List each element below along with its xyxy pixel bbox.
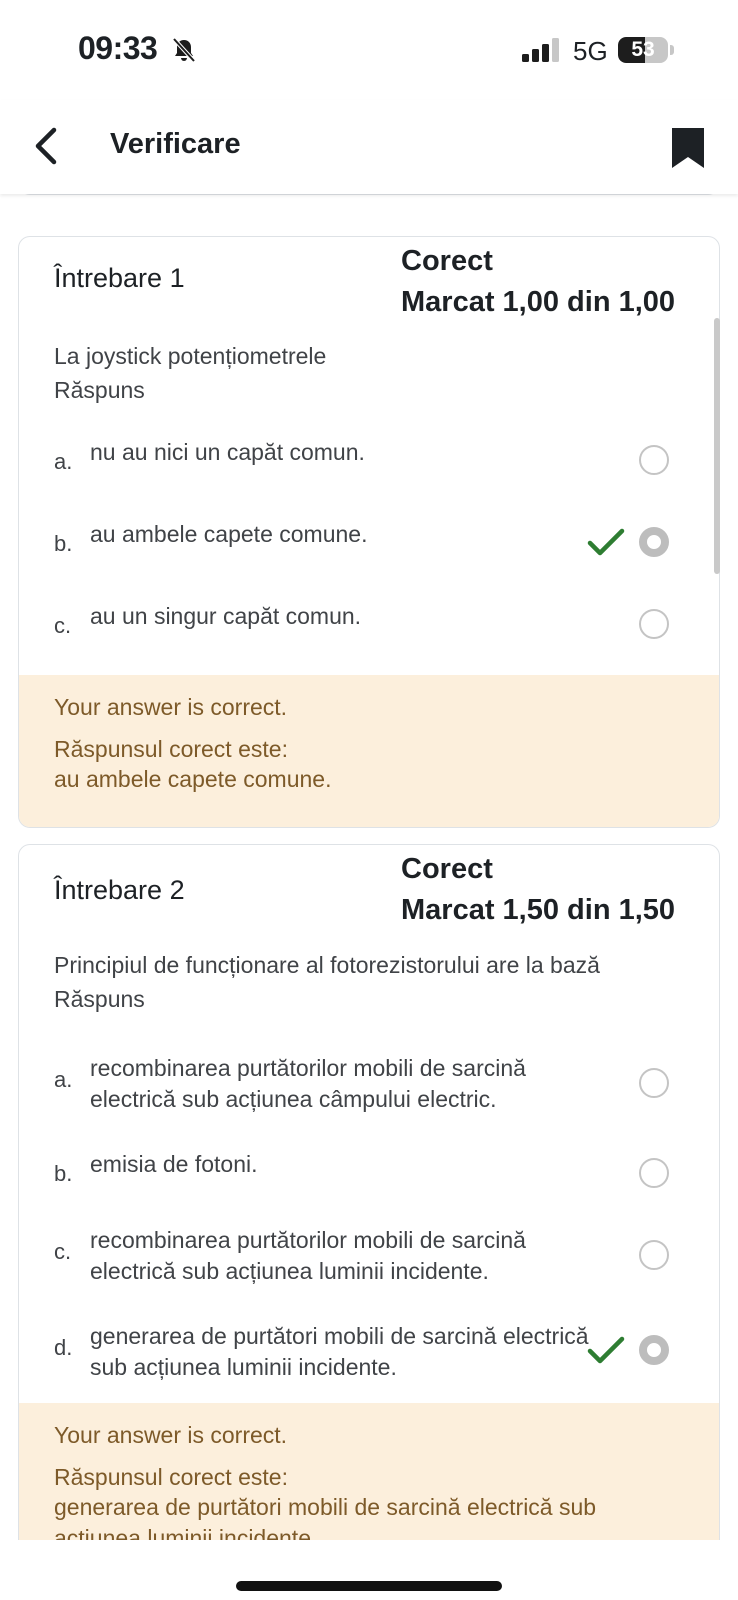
chevron-left-icon[interactable] [28,124,68,168]
option-letter: b. [54,1161,73,1186]
answer-label: Răspuns [54,986,145,1012]
status-bar: 09:33 5G 53 [0,0,738,100]
feedback-status: Your answer is correct. [54,694,288,720]
question-mark: Marcat 1,50 din 1,50 [401,894,676,926]
feedback-panel: Your answer is correct. Răspunsul corect… [19,675,719,827]
radio-button[interactable] [639,609,669,639]
battery-icon: 53 [618,37,668,63]
option-a[interactable]: a. recombinarea purtătorilor mobili de s… [19,1051,719,1119]
bookmark-icon[interactable] [670,126,706,170]
bell-slash-icon [172,37,196,63]
status-time: 09:33 [78,30,158,66]
option-text: recombinarea purtătorilor mobili de sarc… [90,1055,526,1112]
radio-button[interactable] [639,1240,669,1270]
answer-label: Răspuns [54,377,145,403]
question-text: La joystick potențiometrele Răspuns [54,339,684,407]
question-state-label: Corect [401,245,493,277]
previous-card-edge [18,194,720,195]
option-text: au un singur capăt comun. [90,603,362,629]
home-indicator[interactable] [236,1581,502,1591]
question-mark: Marcat 1,00 din 1,00 [401,286,676,318]
option-c[interactable]: c. recombinarea purtătorilor mobili de s… [19,1223,719,1291]
option-c[interactable]: c. au un singur capăt comun. [19,597,719,657]
question-state: Corect Marcat 1,00 din 1,00 [401,241,675,323]
option-letter: a. [54,1067,73,1092]
radio-button-selected[interactable] [639,1335,669,1365]
network-type: 5G [573,36,608,66]
option-letter: c. [54,1239,72,1264]
option-a[interactable]: a. nu au nici un capăt comun. [19,433,719,493]
check-icon [587,528,625,556]
right-answer-label: Răspunsul corect este: [54,1464,288,1490]
question-prompt: Principiul de funcționare al fotorezisto… [54,952,600,978]
option-text: recombinarea purtătorilor mobili de sarc… [90,1227,526,1284]
app-bar: Verificare [0,100,738,194]
option-text: nu au nici un capăt comun. [90,439,365,465]
question-text: Principiul de funcționare al fotorezisto… [54,948,684,1016]
feedback-panel: Your answer is correct. Răspunsul corect… [19,1403,719,1540]
feedback-status: Your answer is correct. [54,1422,288,1448]
right-answer-label: Răspunsul corect este: [54,736,288,762]
option-letter: d. [54,1335,73,1360]
review-content[interactable]: Întrebare 1 Corect Marcat 1,00 din 1,00 … [0,194,738,1540]
battery-tip [670,45,674,55]
radio-button[interactable] [639,1068,669,1098]
question-title: Întrebare 1 [54,263,185,293]
option-text: emisia de fotoni. [90,1151,258,1177]
check-icon [587,1336,625,1364]
question-state-label: Corect [401,853,493,885]
page-title: Verificare [110,128,241,160]
option-letter: b. [54,531,73,556]
radio-button-selected[interactable] [639,527,669,557]
question-state: Corect Marcat 1,50 din 1,50 [401,849,675,931]
question-prompt: La joystick potențiometrele [54,343,327,369]
option-text: generarea de purtători mobili de sarcină… [90,1323,589,1380]
radio-button[interactable] [639,1158,669,1188]
option-letter: a. [54,449,73,474]
option-letter: c. [54,613,72,638]
question-card-2: Întrebare 2 Corect Marcat 1,50 din 1,50 … [18,844,720,1540]
radio-button[interactable] [639,445,669,475]
battery-level: 53 [631,38,655,61]
option-d[interactable]: d. generarea de purtători mobili de sarc… [19,1319,719,1387]
scrollbar[interactable] [714,318,720,574]
bottom-safe-area [0,1540,738,1600]
right-answer-text: generarea de purtători mobili de sarcină… [54,1494,597,1540]
question-title: Întrebare 2 [54,875,185,905]
option-b[interactable]: b. emisia de fotoni. [19,1145,719,1205]
right-answer-text: au ambele capete comune. [54,766,332,792]
question-card-1: Întrebare 1 Corect Marcat 1,00 din 1,00 … [18,236,720,828]
option-text: au ambele capete comune. [90,521,368,547]
option-b[interactable]: b. au ambele capete comune. [19,515,719,575]
cellular-signal-icon [522,38,559,62]
